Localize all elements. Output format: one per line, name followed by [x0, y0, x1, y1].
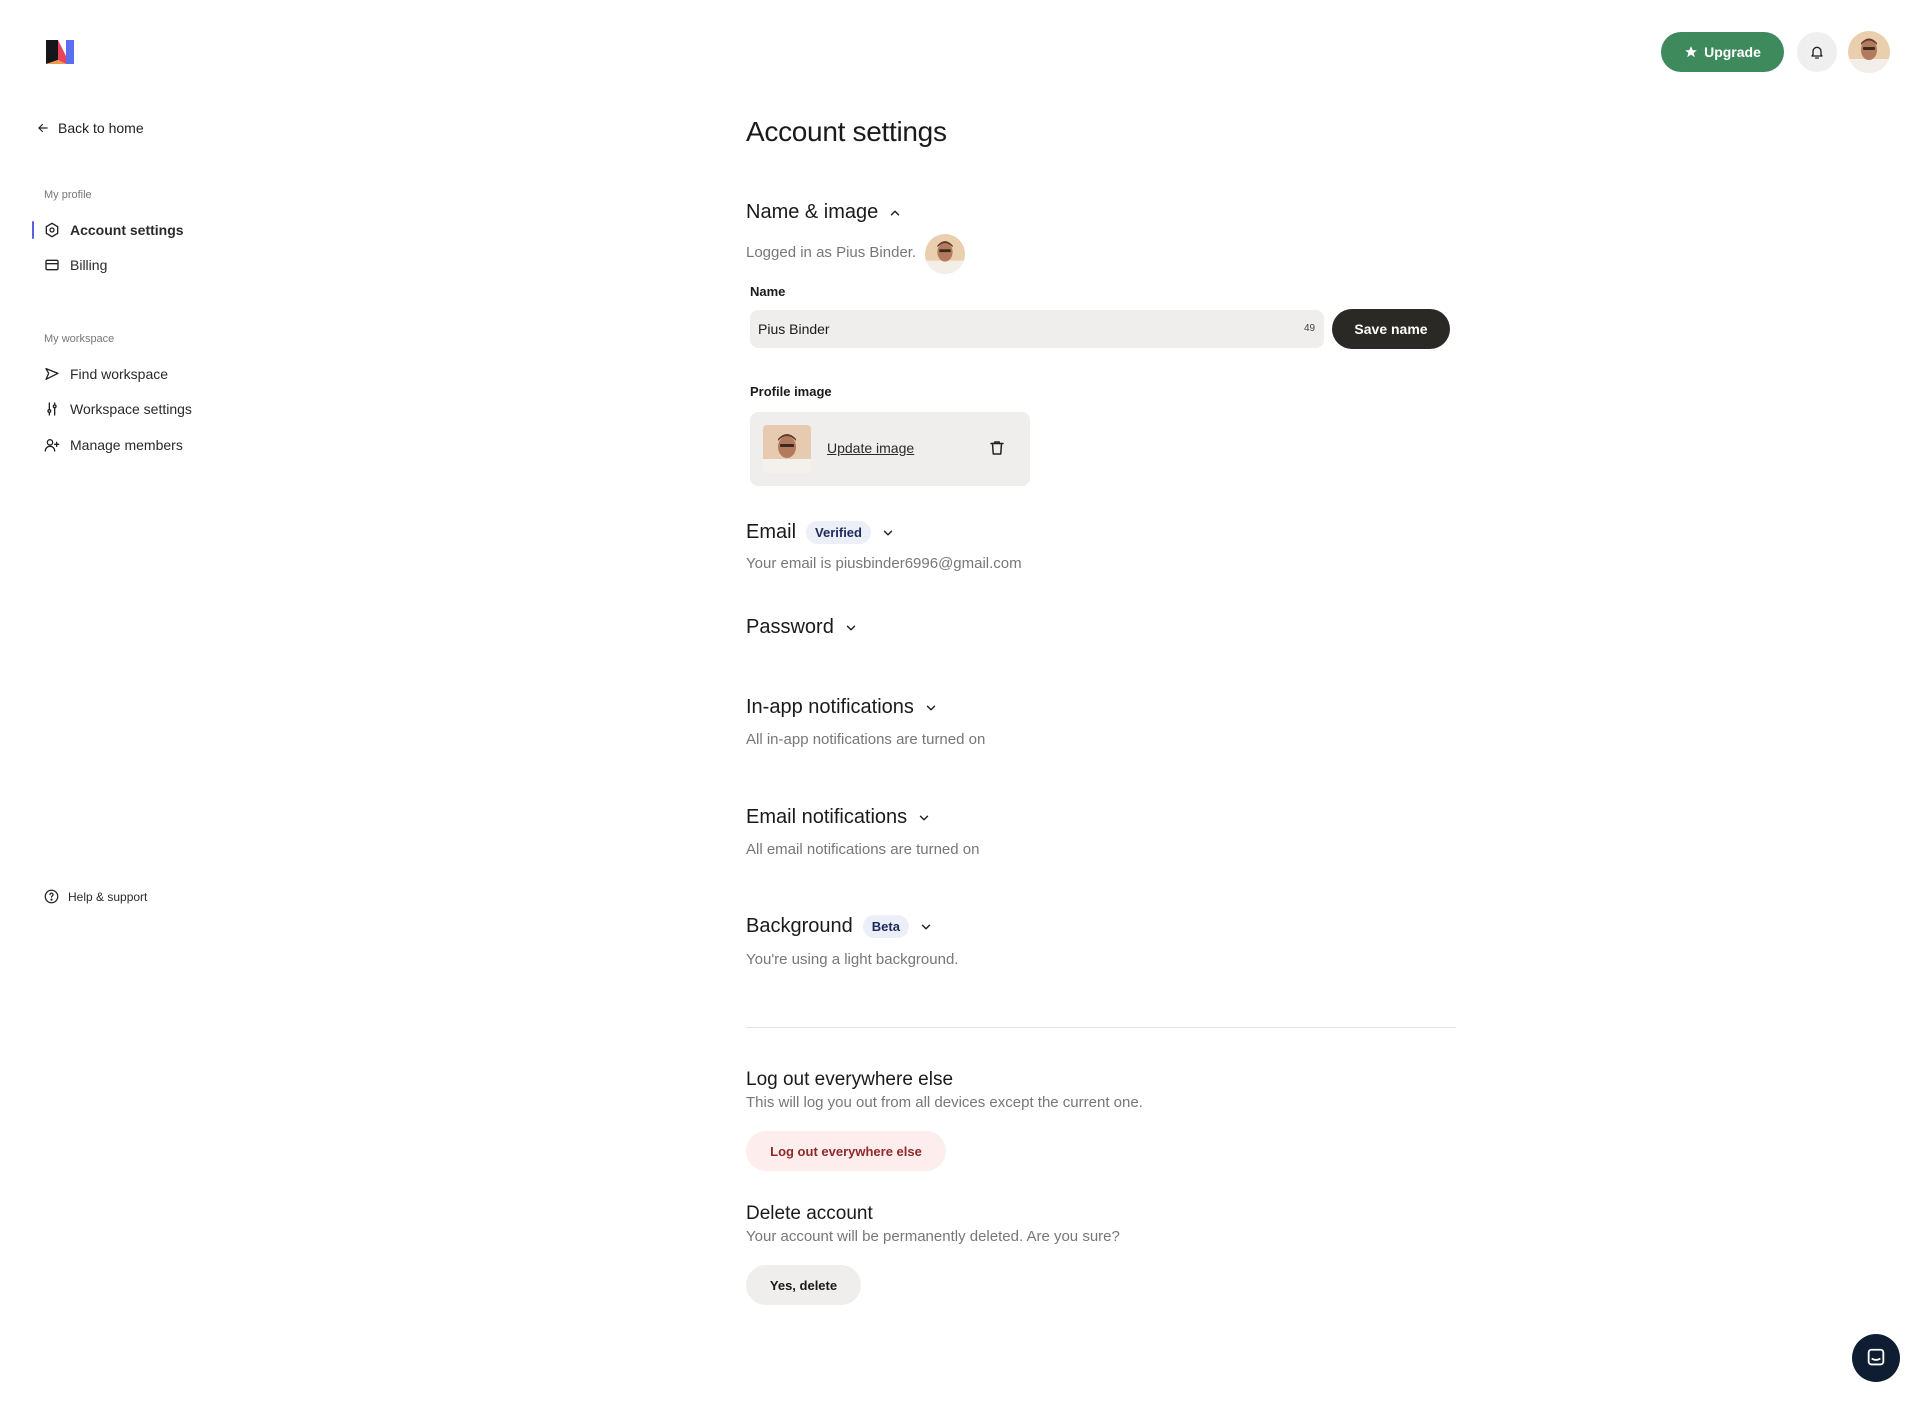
background-description: You're using a light background.	[746, 951, 959, 968]
sidebar-item-label: Manage members	[70, 437, 183, 453]
help-support-label: Help & support	[68, 889, 148, 904]
sidebar-item-workspace-settings[interactable]: Workspace settings	[44, 398, 192, 420]
verified-badge: Verified	[806, 521, 871, 544]
section-inapp-notifications-toggle[interactable]: In-app notifications	[746, 696, 938, 719]
credit-card-icon	[44, 257, 60, 273]
back-to-home-link[interactable]: Back to home	[36, 120, 144, 136]
section-title: Name & image	[746, 201, 879, 223]
section-background-toggle[interactable]: Background Beta	[746, 915, 933, 938]
section-title: In-app notifications	[746, 696, 914, 718]
section-password-toggle[interactable]: Password	[746, 616, 858, 639]
back-to-home-label: Back to home	[58, 120, 144, 136]
update-image-link[interactable]: Update image	[827, 440, 914, 456]
profile-image-label: Profile image	[750, 384, 832, 399]
delete-account-title: Delete account	[746, 1203, 873, 1224]
chevron-down-icon	[844, 621, 858, 635]
user-add-icon	[44, 437, 60, 453]
sliders-icon	[44, 401, 60, 417]
section-divider	[746, 1027, 1456, 1028]
delete-account-button[interactable]: Yes, delete	[746, 1265, 861, 1305]
save-name-button[interactable]: Save name	[1332, 309, 1450, 349]
profile-image-thumbnail	[763, 425, 811, 473]
hexagon-settings-icon	[44, 222, 60, 238]
chevron-down-icon	[881, 526, 895, 540]
char-count: 49	[1304, 323, 1316, 334]
user-avatar[interactable]	[1848, 31, 1890, 73]
section-title: Email	[746, 521, 797, 543]
sidebar-group-title-workspace: My workspace	[44, 333, 115, 345]
email-notifications-description: All email notifications are turned on	[746, 841, 980, 858]
chevron-down-icon	[919, 920, 933, 934]
logout-everywhere-button[interactable]: Log out everywhere else	[746, 1131, 946, 1171]
name-field-label: Name	[750, 284, 786, 299]
sidebar-item-manage-members[interactable]: Manage members	[44, 434, 183, 456]
logged-in-text: Logged in as Pius Binder.	[746, 244, 917, 261]
sidebar-item-billing[interactable]: Billing	[44, 254, 107, 276]
section-email-toggle[interactable]: Email Verified	[746, 521, 895, 544]
sidebar-item-label: Billing	[70, 257, 108, 273]
sidebar-item-label: Find workspace	[70, 366, 169, 382]
chat-launcher-button[interactable]	[1852, 1334, 1900, 1382]
send-arrow-icon	[44, 366, 60, 382]
arrow-left-icon	[36, 121, 50, 135]
upgrade-button[interactable]: Upgrade	[1661, 32, 1784, 72]
sidebar-group-title-profile: My profile	[44, 189, 92, 201]
section-title: Email notifications	[746, 806, 908, 828]
trash-icon[interactable]	[988, 439, 1006, 457]
help-circle-icon	[44, 889, 59, 904]
sidebar-item-label: Account settings	[70, 222, 184, 238]
chevron-down-icon	[924, 701, 938, 715]
chat-icon	[1865, 1347, 1887, 1369]
name-input[interactable]	[750, 310, 1324, 348]
notifications-button[interactable]	[1797, 32, 1837, 72]
delete-account-description: Your account will be permanently deleted…	[746, 1228, 1120, 1245]
sidebar-item-label: Workspace settings	[70, 401, 192, 417]
chevron-down-icon	[917, 811, 931, 825]
section-title: Background	[746, 915, 853, 937]
upgrade-label: Upgrade	[1704, 44, 1761, 60]
help-support-link[interactable]: Help & support	[44, 889, 147, 904]
section-title: Password	[746, 616, 834, 638]
star-icon	[1684, 45, 1698, 59]
section-name-image-toggle[interactable]: Name & image	[746, 201, 902, 224]
chevron-up-icon	[888, 206, 902, 220]
logout-everywhere-description: This will log you out from all devices e…	[746, 1094, 1143, 1111]
email-description: Your email is piusbinder6996@gmail.com	[746, 555, 1022, 572]
beta-badge: Beta	[862, 915, 909, 938]
inapp-notifications-description: All in-app notifications are turned on	[746, 731, 986, 748]
bell-icon	[1809, 44, 1825, 60]
brand-logo-icon[interactable]	[44, 36, 76, 68]
sidebar-item-account-settings[interactable]: Account settings	[32, 219, 184, 241]
sidebar-item-find-workspace[interactable]: Find workspace	[44, 363, 168, 385]
profile-image-card: Update image	[750, 412, 1030, 486]
logged-in-avatar	[925, 234, 965, 274]
logout-everywhere-title: Log out everywhere else	[746, 1069, 954, 1090]
section-email-notifications-toggle[interactable]: Email notifications	[746, 806, 931, 829]
page-title: Account settings	[746, 116, 947, 147]
